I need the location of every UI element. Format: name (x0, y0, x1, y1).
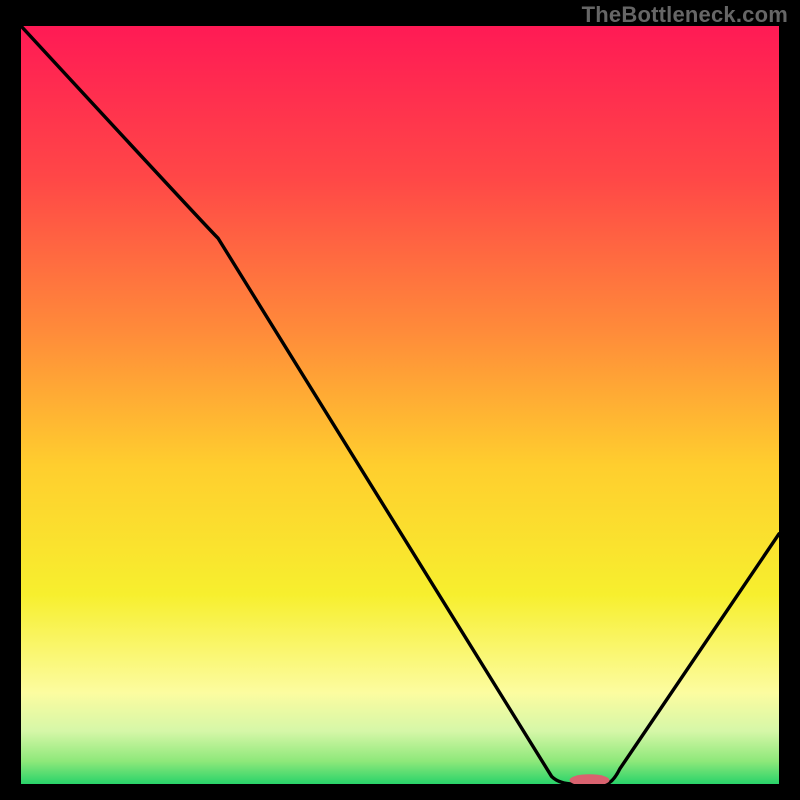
optimal-marker (569, 774, 609, 784)
plot-area (21, 26, 779, 784)
chart-container: TheBottleneck.com (0, 0, 800, 800)
watermark-text: TheBottleneck.com (582, 2, 788, 28)
curve-line (21, 26, 779, 784)
bottleneck-curve (21, 26, 779, 784)
